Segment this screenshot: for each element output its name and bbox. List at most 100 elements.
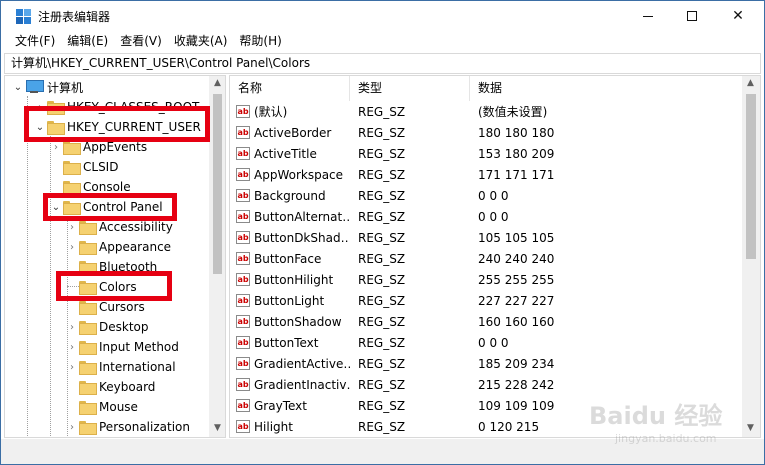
value-name: ButtonHilight [254,272,334,287]
value-name: ButtonDkShad… [254,230,350,245]
scroll-up-icon[interactable]: ▲ [742,78,759,88]
tree-item-label: Personalization [99,420,190,434]
list-item[interactable]: ab ButtonShadow REG_SZ 160 160 160 [230,311,740,332]
scroll-down-icon[interactable]: ▼ [209,423,225,433]
list-item[interactable]: ab (默认) REG_SZ (数值未设置) [230,101,740,122]
value-type: REG_SZ [358,377,406,392]
tree-item-input-method[interactable]: › Input Method [65,337,179,357]
value-name-cell: ab ButtonFace [230,252,350,266]
value-name: Hilight [254,419,293,434]
list-item[interactable]: ab GradientInactiv… REG_SZ 215 228 242 [230,374,740,395]
title-bar[interactable]: 注册表编辑器 ✕ [1,1,764,31]
value-name: Background [254,188,326,203]
string-value-icon: ab [236,168,250,181]
value-type: REG_SZ [358,209,406,224]
value-data: 105 105 105 [478,230,555,245]
address-bar[interactable]: 计算机\HKEY_CURRENT_USER\Control Panel\Colo… [4,53,761,74]
value-data: 215 228 242 [478,377,555,392]
tree-item-mouse[interactable]: Mouse [65,397,138,417]
scrollbar-thumb[interactable] [746,94,756,259]
value-data: 240 240 240 [478,251,555,266]
value-type: REG_SZ [358,167,406,182]
values-list[interactable]: 名称 类型 数据 ab (默认) REG_SZ (数值未设置) ab ActiveBord… [229,75,761,438]
value-type: REG_SZ [358,125,406,140]
menu-edit[interactable]: 编辑(E) [61,31,114,52]
folder-icon [79,221,97,235]
list-item[interactable]: ab ButtonLight REG_SZ 227 227 227 [230,290,740,311]
tree-item-desktop[interactable]: › Desktop [65,317,149,337]
menu-help[interactable]: 帮助(H) [233,31,287,52]
tree-item-label: Mouse [99,400,138,414]
string-value-icon: ab [236,273,250,286]
value-data: 171 171 171 [478,167,555,182]
value-type: REG_SZ [358,335,406,350]
value-type: REG_SZ [358,314,406,329]
tree-item-label: Desktop [99,320,149,334]
minimize-button[interactable] [625,1,671,31]
string-value-icon: ab [236,189,250,202]
tree-item-international[interactable]: › International [65,357,176,377]
chevron-right-icon[interactable]: › [65,317,79,337]
scrollbar-thumb[interactable] [213,94,222,274]
folder-icon [63,161,81,175]
list-item[interactable]: ab GradientActive… REG_SZ 185 209 234 [230,353,740,374]
value-type: REG_SZ [358,230,406,245]
value-type: REG_SZ [358,293,406,308]
close-button[interactable]: ✕ [715,1,761,31]
tree-item-computer[interactable]: ⌄ 计算机 [11,77,83,97]
menu-file[interactable]: 文件(F) [9,31,61,52]
list-item[interactable]: ab ButtonHilight REG_SZ 255 255 255 [230,269,740,290]
folder-icon [63,181,81,195]
window-title: 注册表编辑器 [38,10,111,24]
tree-vertical-scrollbar[interactable]: ▲ ▼ [209,76,225,437]
maximize-button[interactable] [669,1,715,31]
column-header-type[interactable]: 类型 [350,76,470,101]
chevron-right-icon[interactable]: › [65,237,79,257]
value-name-cell: ab ButtonText [230,336,350,350]
chevron-right-icon[interactable]: › [65,337,79,357]
string-value-icon: ab [236,231,250,244]
tree-item-personalization[interactable]: › Personalization [65,417,190,437]
value-type: REG_SZ [358,188,406,203]
list-vertical-scrollbar[interactable]: ▲ ▼ [742,76,760,437]
menu-view[interactable]: 查看(V) [114,31,168,52]
column-header-data[interactable]: 数据 [470,76,740,101]
tree-item-clsid[interactable]: CLSID [49,157,118,177]
list-item[interactable]: ab ButtonText REG_SZ 0 0 0 [230,332,740,353]
value-data: 180 180 180 [478,125,555,140]
registry-editor-window: 注册表编辑器 ✕ 文件(F) 编辑(E) 查看(V) 收藏夹(A) 帮助(H) … [0,0,765,465]
value-data: 255 255 255 [478,272,555,287]
list-item[interactable]: ab ButtonDkShad… REG_SZ 105 105 105 [230,227,740,248]
string-value-icon: ab [236,294,250,307]
string-value-icon: ab [236,420,250,433]
list-rows: ab (默认) REG_SZ (数值未设置) ab ActiveBorder REG_SZ 1… [230,101,740,437]
tree-item-label: International [99,360,176,374]
list-header: 名称 类型 数据 [230,76,740,101]
chevron-down-icon[interactable]: ⌄ [11,77,25,97]
folder-icon [79,341,97,355]
tree-item-appearance[interactable]: › Appearance [65,237,171,257]
chevron-right-icon[interactable]: › [65,357,79,377]
tree-item-label: 计算机 [47,80,84,95]
menu-favorites[interactable]: 收藏夹(A) [168,31,234,52]
string-value-icon: ab [236,336,250,349]
list-item[interactable]: ab ButtonAlternat… REG_SZ 0 0 0 [230,206,740,227]
list-item[interactable]: ab Background REG_SZ 0 0 0 [230,185,740,206]
highlight-box-hkey-current-user [24,106,210,142]
scroll-up-icon[interactable]: ▲ [209,78,225,88]
value-data: 160 160 160 [478,314,555,329]
value-name: GrayText [254,398,307,413]
value-type: REG_SZ [358,272,406,287]
chevron-right-icon[interactable]: › [65,417,79,437]
list-item[interactable]: ab ActiveBorder REG_SZ 180 180 180 [230,122,740,143]
list-item[interactable]: ab ButtonFace REG_SZ 240 240 240 [230,248,740,269]
list-item[interactable]: ab AppWorkspace REG_SZ 171 171 171 [230,164,740,185]
list-item[interactable]: ab ActiveTitle REG_SZ 153 180 209 [230,143,740,164]
tree-item-keyboard[interactable]: Keyboard [65,377,155,397]
tree-item-label: CLSID [83,160,119,174]
value-name-cell: ab ButtonShadow [230,315,350,329]
baidu-watermark: Baidu 经验 jingyan.baidu.com [589,396,759,451]
value-type: REG_SZ [358,146,406,161]
value-name-cell: ab GradientInactiv… [230,378,350,392]
column-header-name[interactable]: 名称 [230,76,350,101]
